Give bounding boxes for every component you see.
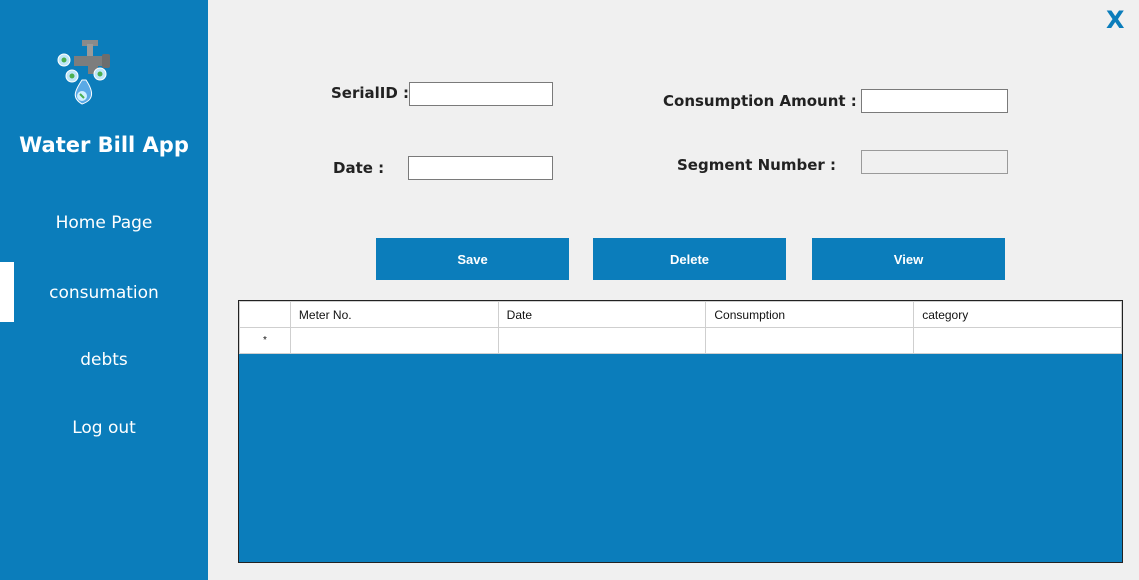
close-button[interactable]: X <box>1106 6 1125 34</box>
cell-meter-no[interactable] <box>289 327 499 354</box>
save-button[interactable]: Save <box>376 238 569 280</box>
column-header-date[interactable]: Date <box>497 301 707 328</box>
row-header-corner <box>239 301 291 328</box>
cell-category[interactable] <box>913 327 1122 354</box>
date-input[interactable] <box>408 156 553 180</box>
cell-date[interactable] <box>497 327 707 354</box>
serial-id-input[interactable] <box>409 82 553 106</box>
segment-number-input[interactable] <box>861 150 1008 174</box>
app-title: Water Bill App <box>19 133 189 157</box>
table-row-new[interactable]: * <box>239 327 1122 354</box>
sidebar-item-log-out[interactable]: Log out <box>0 418 208 438</box>
view-button[interactable]: View <box>812 238 1005 280</box>
sidebar-item-debts[interactable]: debts <box>0 350 208 370</box>
column-header-consumption[interactable]: Consumption <box>705 301 915 328</box>
consumption-data-grid[interactable]: Meter No. Date Consumption category * <box>238 300 1123 563</box>
consumption-amount-label: Consumption Amount : <box>663 92 857 110</box>
water-tap-logo-icon <box>57 40 110 105</box>
sidebar: Water Bill App Home Page consumation deb… <box>0 0 208 580</box>
data-grid-table: Meter No. Date Consumption category * <box>239 301 1122 354</box>
cell-consumption[interactable] <box>705 327 915 354</box>
date-label: Date : <box>333 159 385 177</box>
column-header-category[interactable]: category <box>913 301 1122 328</box>
column-header-meter-no[interactable]: Meter No. <box>289 301 499 328</box>
sidebar-item-consumation[interactable]: consumation <box>0 283 208 303</box>
grid-header-row: Meter No. Date Consumption category <box>239 301 1122 328</box>
new-row-marker: * <box>239 327 291 354</box>
sidebar-item-home-page[interactable]: Home Page <box>0 213 208 233</box>
segment-number-label: Segment Number : <box>677 156 836 174</box>
delete-button[interactable]: Delete <box>593 238 786 280</box>
consumption-amount-input[interactable] <box>861 89 1008 113</box>
serial-id-label: SerialID : <box>331 84 410 102</box>
